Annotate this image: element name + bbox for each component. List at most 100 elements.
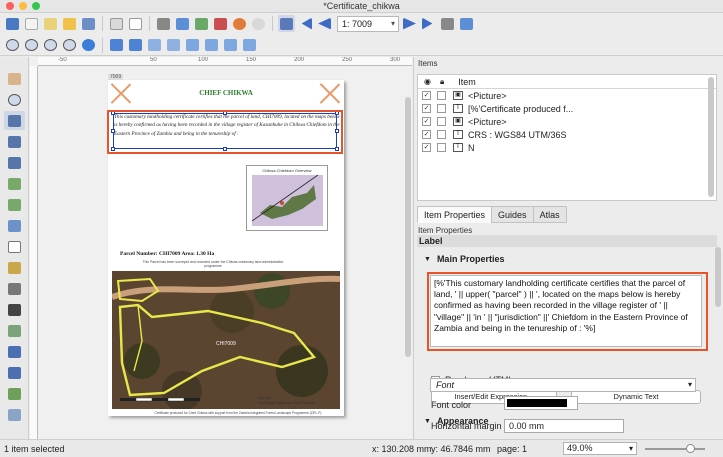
export-pdf-icon[interactable] <box>212 15 229 32</box>
print-atlas-icon[interactable] <box>439 15 456 32</box>
zoom-slider-handle[interactable] <box>686 444 695 453</box>
item-row[interactable]: ✓ T [%'Certificate produced f... <box>418 102 716 115</box>
add-map-icon[interactable] <box>4 174 25 193</box>
add-arrow-icon[interactable] <box>4 342 25 361</box>
layout-canvas[interactable]: -50 50 100 150 200 250 300 7009 CHIEF CH… <box>30 57 412 439</box>
overview-map[interactable]: Chikwa Chiefdom Overview <box>246 165 328 231</box>
resize-icon[interactable] <box>241 37 258 54</box>
add-html-icon[interactable] <box>4 384 25 403</box>
export-atlas-icon[interactable] <box>458 15 475 32</box>
items-scrollbar[interactable] <box>708 77 714 197</box>
last-feature-icon[interactable] <box>420 15 437 32</box>
previous-feature-icon[interactable] <box>316 15 333 32</box>
item-row[interactable]: ✓ ▣ <Picture> <box>418 115 716 128</box>
certificate-footer[interactable]: Certificate produced for Chief Chikwa wi… <box>138 411 338 415</box>
layout-page[interactable]: 7009 CHIEF CHIKWA This customary landhol… <box>107 74 344 416</box>
move-content-icon[interactable] <box>4 132 25 151</box>
dynamic-text-button[interactable]: Dynamic Text <box>571 390 701 404</box>
save-icon[interactable] <box>4 15 21 32</box>
item-visibility-checkbox[interactable]: ✓ <box>422 130 431 139</box>
scale-bar[interactable] <box>120 397 220 407</box>
layout-tools-toolbar <box>0 57 29 439</box>
parcel-id-on-map: CHI7009 <box>216 341 236 347</box>
zoom-level-input[interactable]: 49.0% ▾ <box>563 442 637 455</box>
raise-icon[interactable] <box>184 37 201 54</box>
horizontal-margin-input[interactable]: 0.00 mm <box>504 419 624 433</box>
next-feature-icon[interactable] <box>401 15 418 32</box>
zoom-actual-icon[interactable] <box>42 37 59 54</box>
zoom-in-icon[interactable] <box>4 37 21 54</box>
add-3d-map-icon[interactable] <box>4 195 25 214</box>
item-visibility-checkbox[interactable]: ✓ <box>422 91 431 100</box>
zoom-tool-icon[interactable] <box>4 90 25 109</box>
properties-scroll-area[interactable]: ▼ Main Properties [%'This customary land… <box>414 248 723 439</box>
item-lock-checkbox[interactable] <box>437 104 446 113</box>
group-icon[interactable] <box>146 37 163 54</box>
certificate-title[interactable]: CHIEF CHIKWA <box>168 89 284 97</box>
add-node-icon[interactable] <box>4 363 25 382</box>
add-scalebar-icon[interactable] <box>4 279 25 298</box>
undo-icon[interactable] <box>231 15 248 32</box>
distribute-icon[interactable] <box>222 37 239 54</box>
font-color-button[interactable] <box>504 396 578 410</box>
add-shape-icon[interactable] <box>4 321 25 340</box>
main-properties-header[interactable]: ▼ Main Properties <box>424 254 504 264</box>
label-icon: T <box>453 104 463 113</box>
export-image-icon[interactable] <box>174 15 191 32</box>
add-label-icon[interactable] <box>4 237 25 256</box>
refresh-icon[interactable] <box>80 37 97 54</box>
item-visibility-checkbox[interactable]: ✓ <box>422 117 431 126</box>
tab-atlas[interactable]: Atlas <box>532 206 567 223</box>
edit-nodes-icon[interactable] <box>4 153 25 172</box>
item-visibility-checkbox[interactable]: ✓ <box>422 104 431 113</box>
items-table: ◉ 🔒︎ Item ✓ ▣ <Picture> ✓ T [%'Certifica… <box>417 74 717 201</box>
lock-items-icon[interactable] <box>108 37 125 54</box>
add-page-icon[interactable] <box>127 15 144 32</box>
properties-scrollbar[interactable] <box>715 247 721 307</box>
pan-icon[interactable] <box>4 69 25 88</box>
overview-map-image <box>251 174 323 226</box>
zoom-out-icon[interactable] <box>23 37 40 54</box>
item-label: CRS : WGS84 UTM/36S <box>468 129 567 140</box>
canvas-scrollbar[interactable] <box>405 97 411 357</box>
item-lock-checkbox[interactable] <box>437 130 446 139</box>
item-lock-checkbox[interactable] <box>437 91 446 100</box>
new-layout-icon[interactable] <box>23 15 40 32</box>
item-lock-checkbox[interactable] <box>437 117 446 126</box>
export-svg-icon[interactable] <box>193 15 210 32</box>
print-icon[interactable] <box>155 15 172 32</box>
selection-status: 1 item selected <box>4 443 65 454</box>
duplicate-layout-icon[interactable] <box>42 15 59 32</box>
font-selector[interactable]: Font ▾ <box>430 378 696 392</box>
first-feature-icon[interactable] <box>297 15 314 32</box>
select-move-icon[interactable] <box>3 111 25 130</box>
align-left-icon[interactable] <box>203 37 220 54</box>
item-visibility-checkbox[interactable]: ✓ <box>422 143 431 152</box>
item-row[interactable]: ✓ ▣ <Picture> <box>418 89 716 102</box>
add-legend-icon[interactable] <box>4 258 25 277</box>
page-tag: 7009 <box>108 74 124 80</box>
atlas-page-selector[interactable]: 1: 7009 <box>337 15 399 32</box>
parcel-note-label[interactable]: This Parcel has been surveyed and record… <box>138 260 288 268</box>
open-folder-icon[interactable] <box>61 15 78 32</box>
ungroup-icon[interactable] <box>165 37 182 54</box>
parcel-number-label[interactable]: Parcel Number: CHI7009 Area: 1.30 Ha <box>120 251 214 257</box>
item-row[interactable]: ✓ T CRS : WGS84 UTM/36S <box>418 128 716 141</box>
add-attribute-table-icon[interactable] <box>4 405 25 424</box>
redo-icon[interactable] <box>250 15 267 32</box>
parcel-aerial-map[interactable]: CHI7009 <box>112 271 340 409</box>
layout-manager-icon[interactable] <box>108 15 125 32</box>
zoom-full-icon[interactable] <box>61 37 78 54</box>
chevron-down-icon: ▾ <box>628 444 633 453</box>
item-row[interactable]: ✓ T N <box>418 141 716 154</box>
add-north-arrow-icon[interactable] <box>4 300 25 319</box>
add-picture-icon[interactable] <box>4 216 25 235</box>
chevron-down-icon: ▾ <box>687 380 692 389</box>
unlock-items-icon[interactable] <box>127 37 144 54</box>
status-bar: 1 item selected x: 130.208 mm y: 46.7846… <box>0 439 723 457</box>
atlas-preview-icon[interactable] <box>278 15 295 32</box>
save-template-icon[interactable] <box>80 15 97 32</box>
item-lock-checkbox[interactable] <box>437 143 446 152</box>
tab-item-properties[interactable]: Item Properties <box>417 206 493 223</box>
tab-guides[interactable]: Guides <box>491 206 534 223</box>
